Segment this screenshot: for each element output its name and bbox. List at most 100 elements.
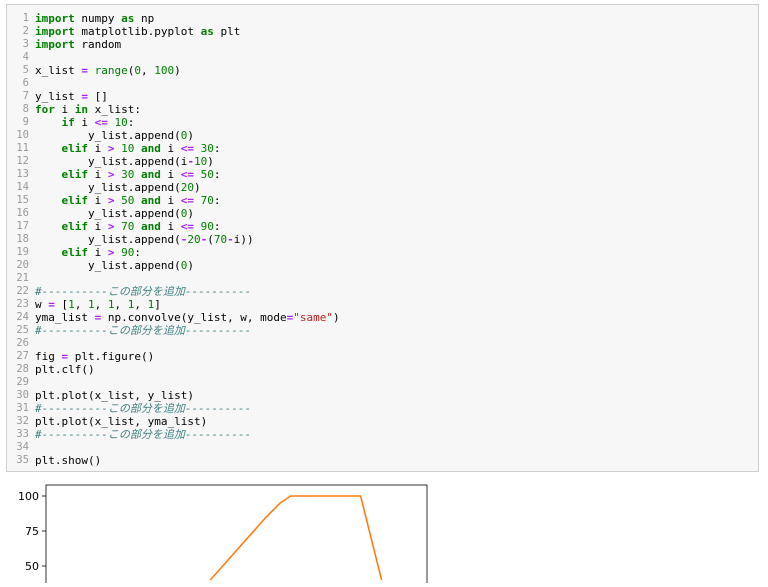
- code-line: y_list.append(0): [35, 259, 340, 272]
- code-token: as: [200, 25, 214, 38]
- code-token: i)): [233, 233, 254, 246]
- code-cell[interactable]: 1 2 3 4 5 6 7 8 9 10 11 12 13 14 15 16 17 18 19 20 21 22 23 24 2…: [6, 4, 759, 472]
- code-token: np.convolve(y_list, w, mode: [101, 311, 287, 324]
- code-token: #----------この部分を追加----------: [35, 428, 252, 441]
- line-number: 26: [16, 337, 29, 349]
- line-number-gutter: 1 2 3 4 5 6 7 8 9 10 11 12 13 14 15 16 17 18 19 20 21 22 23 24 2…: [7, 12, 29, 467]
- y-tick-label: 50: [25, 560, 39, 573]
- code-token: 10: [193, 155, 208, 168]
- code-line: import numpy as np: [35, 12, 340, 25]
- code-token: :: [213, 194, 221, 207]
- code-token: 20: [180, 181, 194, 194]
- code-token: as: [121, 12, 135, 25]
- code-token: :: [134, 246, 141, 259]
- code-token: i: [88, 246, 108, 259]
- code-token: 1: [107, 298, 115, 311]
- line-number: 5: [22, 64, 29, 76]
- code-token: import: [35, 12, 75, 25]
- code-token: i: [88, 142, 108, 155]
- code-token: 1: [68, 298, 75, 311]
- code-token: x_list:: [88, 103, 141, 116]
- code-token: <=: [180, 194, 194, 207]
- code-line: y_list = []: [35, 90, 340, 103]
- code-token: i: [160, 220, 181, 233]
- code-token: i: [160, 142, 181, 155]
- code-token: :: [213, 220, 221, 233]
- line-number: 28: [16, 363, 29, 375]
- code-line: y_list.append(-20-(70-i)): [35, 233, 340, 246]
- code-token: in: [74, 103, 88, 116]
- code-line: #----------この部分を追加----------: [35, 428, 340, 441]
- code-token: 30: [200, 142, 214, 155]
- code-token: <=: [180, 168, 194, 181]
- line-number: 10: [16, 129, 29, 141]
- code-token: and: [141, 168, 161, 181]
- code-line: elif i > 50 and i <= 70:: [35, 194, 340, 207]
- code-token: plt.plot(x_list, yma_list): [35, 415, 208, 428]
- code-token: y_list.append(i: [35, 155, 188, 168]
- line-number: 25: [16, 324, 29, 336]
- code-token: 50: [121, 194, 135, 207]
- code-token: plt.plot(x_list, y_list): [35, 389, 194, 402]
- line-number: 12: [16, 155, 29, 167]
- code-line: fig = plt.figure(): [35, 350, 340, 363]
- line-number: 2: [22, 25, 29, 37]
- code-line: if i <= 10:: [35, 116, 340, 129]
- code-token: y_list.append(: [35, 207, 181, 220]
- line-number: 17: [16, 220, 29, 232]
- code-token: ): [174, 64, 181, 77]
- code-token: for: [35, 103, 55, 116]
- code-token: range: [94, 64, 128, 77]
- code-token: #----------この部分を追加----------: [35, 285, 252, 298]
- code-line: elif i > 30 and i <= 50:: [35, 168, 340, 181]
- line-number: 1: [22, 12, 29, 24]
- code-token: 70: [213, 233, 228, 246]
- code-token: 1: [88, 298, 95, 311]
- line-number: 11: [16, 142, 29, 154]
- line-number: 13: [16, 168, 29, 180]
- line-number: 22: [16, 285, 29, 297]
- code-token: ,: [140, 64, 155, 77]
- code-token: 20: [187, 233, 201, 246]
- code-token: (: [207, 233, 214, 246]
- code-token: x_list: [35, 64, 82, 77]
- code-token: >: [107, 246, 115, 259]
- code-token: random: [74, 38, 122, 51]
- code-line: elif i > 10 and i <= 30:: [35, 142, 340, 155]
- code-line: plt.plot(x_list, y_list): [35, 389, 340, 402]
- code-token: :: [213, 142, 221, 155]
- code-token: i: [88, 194, 108, 207]
- line-number: 16: [16, 207, 29, 219]
- code-token: ): [333, 311, 340, 324]
- code-token: :: [213, 168, 221, 181]
- code-token: 70: [121, 220, 135, 233]
- code-token: w: [35, 298, 49, 311]
- plot-figure: 100 75 50: [18, 484, 428, 587]
- code-token: matplotlib.pyplot: [74, 25, 201, 38]
- code-token: elif: [61, 168, 89, 181]
- line-number: 23: [16, 298, 29, 310]
- code-token: #----------この部分を追加----------: [35, 324, 252, 337]
- code-editor[interactable]: import numpy as np import matplotlib.pypl…: [35, 12, 340, 467]
- code-token: i: [54, 103, 75, 116]
- code-token: plt.figure(): [68, 350, 155, 363]
- code-token: elif: [61, 246, 89, 259]
- code-token: ): [187, 207, 194, 220]
- code-token: y_list.append(: [35, 233, 181, 246]
- line-number: 27: [16, 350, 29, 362]
- line-number: 15: [16, 194, 29, 206]
- line-number: 18: [16, 233, 29, 245]
- code-token: 10: [114, 116, 128, 129]
- code-token: if: [61, 116, 75, 129]
- code-line: #----------この部分を追加----------: [35, 285, 340, 298]
- code-token: import: [35, 38, 75, 51]
